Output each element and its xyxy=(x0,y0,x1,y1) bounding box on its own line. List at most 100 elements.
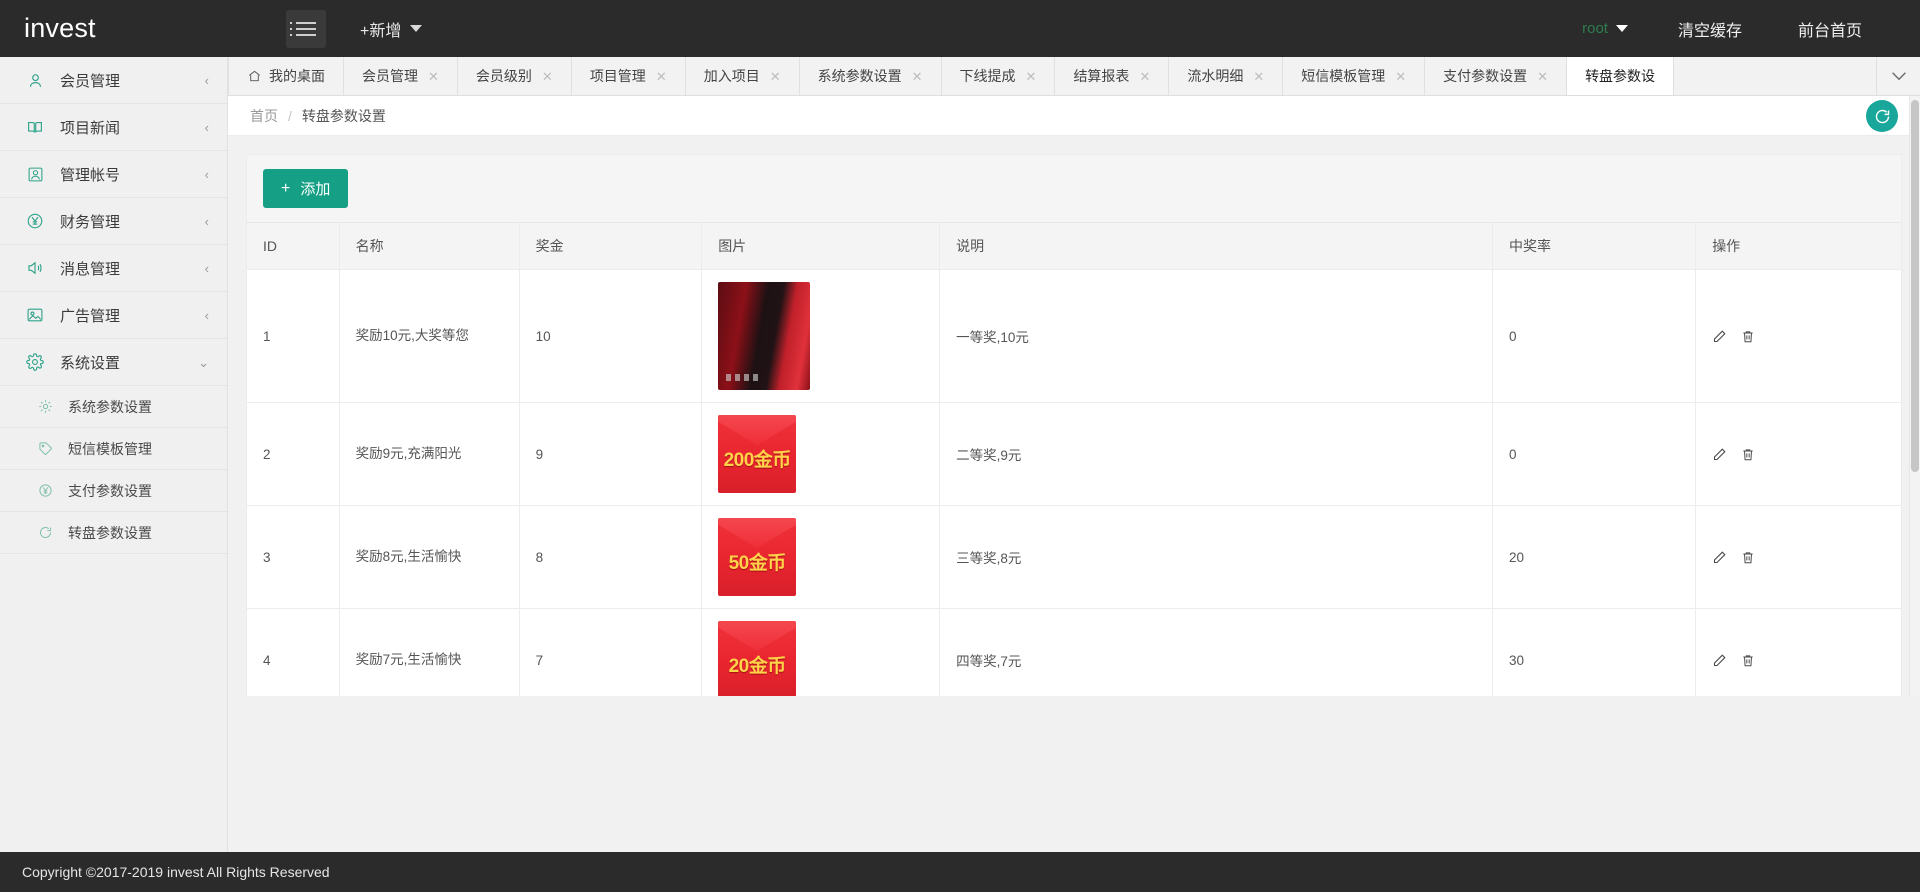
cell-rate: 0 xyxy=(1493,403,1696,506)
sidebar-subitem-label: 系统参数设置 xyxy=(68,397,152,417)
cell-image: 200金币 xyxy=(702,403,940,506)
hamburger-icon[interactable] xyxy=(286,10,326,48)
gear-icon xyxy=(34,399,56,414)
chevron-left-icon: ‹ xyxy=(205,309,209,322)
pencil-icon[interactable] xyxy=(1712,653,1727,668)
sidebar-item-admin-accounts[interactable]: 管理帐号 ‹ xyxy=(0,151,227,198)
tab-member-management[interactable]: 会员管理 ✕ xyxy=(344,57,458,95)
tab-member-level[interactable]: 会员级别 ✕ xyxy=(458,57,572,95)
table-toolbar: + 添加 xyxy=(246,154,1902,222)
vertical-scrollbar[interactable] xyxy=(1909,96,1920,696)
footer: Copyright ©2017-2019 invest All Rights R… xyxy=(0,852,1920,892)
home-icon xyxy=(247,69,262,83)
tab-my-desktop[interactable]: 我的桌面 xyxy=(228,57,344,95)
tab-settlement-report[interactable]: 结算报表 ✕ xyxy=(1055,57,1169,95)
sidebar-subitem-label: 支付参数设置 xyxy=(68,481,152,501)
tab-bar: 我的桌面 会员管理 ✕ 会员级别 ✕ 项目管理 ✕ 加入项目 ✕ 系统参数设置 … xyxy=(228,57,1920,96)
tab-system-params[interactable]: 系统参数设置 ✕ xyxy=(800,57,942,95)
plus-icon: + xyxy=(281,181,290,197)
sidebar-item-system-settings[interactable]: 系统设置 ⌄ xyxy=(0,339,227,386)
close-icon[interactable]: ✕ xyxy=(542,70,553,83)
column-header-name: 名称 xyxy=(339,223,519,270)
close-icon[interactable]: ✕ xyxy=(1139,70,1150,83)
app-root: invest +新增 root 清空缓存 前台首页 会员管理 ‹ xyxy=(0,0,1920,892)
add-new-button[interactable]: +新增 xyxy=(360,17,422,41)
wheel-params-panel: + 添加 ID 名称 奖金 图片 说明 中奖率 操作 xyxy=(228,136,1920,696)
tab-project-management[interactable]: 项目管理 ✕ xyxy=(572,57,686,95)
breadcrumb-separator: / xyxy=(288,108,292,124)
sidebar-subitem-sms-template[interactable]: 短信模板管理 xyxy=(0,428,227,470)
cell-rate: 20 xyxy=(1493,506,1696,609)
tab-payment-params[interactable]: 支付参数设置 ✕ xyxy=(1425,57,1567,95)
sidebar-item-label: 系统设置 xyxy=(60,352,120,373)
cell-id: 1 xyxy=(247,270,340,403)
close-icon[interactable]: ✕ xyxy=(656,70,667,83)
column-header-id: ID xyxy=(247,223,340,270)
header-right-group: root 清空缓存 前台首页 xyxy=(1560,0,1920,57)
refresh-circle-icon xyxy=(34,525,56,540)
cell-image: 50金币 xyxy=(702,506,940,609)
prize-image-envelope[interactable]: 50金币 xyxy=(718,518,796,596)
pencil-icon[interactable] xyxy=(1712,329,1727,344)
tab-label: 流水明细 xyxy=(1187,66,1243,86)
prize-image-phone[interactable] xyxy=(718,282,810,390)
table-row: 4 奖励7元,生活愉快 7 20金币 四等奖,7元 30 xyxy=(247,609,1902,697)
cell-ops xyxy=(1696,506,1902,609)
prize-image-envelope[interactable]: 20金币 xyxy=(718,621,796,696)
content-area: 首页 / 转盘参数设置 + 添加 ID 名称 奖金 xyxy=(228,96,1920,696)
refresh-icon[interactable] xyxy=(1866,100,1898,132)
close-icon[interactable]: ✕ xyxy=(912,70,923,83)
cell-name: 奖励9元,充满阳光 xyxy=(339,403,519,506)
sidebar-item-messages[interactable]: 消息管理 ‹ xyxy=(0,245,227,292)
chevron-down-icon xyxy=(410,25,422,32)
trash-icon[interactable] xyxy=(1741,329,1755,344)
tab-sms-template[interactable]: 短信模板管理 ✕ xyxy=(1283,57,1425,95)
table-header-row: ID 名称 奖金 图片 说明 中奖率 操作 xyxy=(247,223,1902,270)
tab-label: 会员管理 xyxy=(362,66,418,86)
tab-transaction-details[interactable]: 流水明细 ✕ xyxy=(1169,57,1283,95)
tag-icon xyxy=(34,441,56,456)
sidebar-item-ads[interactable]: 广告管理 ‹ xyxy=(0,292,227,339)
sidebar-item-label: 财务管理 xyxy=(60,211,120,232)
copyright-text: Copyright ©2017-2019 invest All Rights R… xyxy=(22,864,330,880)
tab-label: 支付参数设置 xyxy=(1443,66,1527,86)
sidebar-subitem-wheel-params[interactable]: 转盘参数设置 xyxy=(0,512,227,554)
column-header-desc: 说明 xyxy=(940,223,1493,270)
sidebar-subitem-system-params[interactable]: 系统参数设置 xyxy=(0,386,227,428)
prize-image-envelope[interactable]: 200金币 xyxy=(718,415,796,493)
chevron-down-icon: ⌄ xyxy=(198,356,209,369)
add-button[interactable]: + 添加 xyxy=(263,169,348,208)
breadcrumb-home[interactable]: 首页 xyxy=(250,106,278,126)
front-home-link[interactable]: 前台首页 xyxy=(1770,17,1890,41)
prize-image-label: 50金币 xyxy=(729,548,786,575)
sidebar-item-label: 广告管理 xyxy=(60,305,120,326)
trash-icon[interactable] xyxy=(1741,447,1755,462)
sidebar-item-news[interactable]: 项目新闻 ‹ xyxy=(0,104,227,151)
close-icon[interactable]: ✕ xyxy=(1537,70,1548,83)
tab-wheel-params[interactable]: 转盘参数设 xyxy=(1567,57,1674,95)
pencil-icon[interactable] xyxy=(1712,550,1727,565)
scrollbar-thumb[interactable] xyxy=(1911,100,1919,472)
close-icon[interactable]: ✕ xyxy=(1026,70,1037,83)
close-icon[interactable]: ✕ xyxy=(428,70,439,83)
close-icon[interactable]: ✕ xyxy=(770,70,781,83)
cell-desc: 二等奖,9元 xyxy=(940,403,1493,506)
sidebar-item-finance[interactable]: 财务管理 ‹ xyxy=(0,198,227,245)
user-menu[interactable]: root xyxy=(1560,20,1650,37)
cell-prize: 9 xyxy=(519,403,702,506)
clear-cache-button[interactable]: 清空缓存 xyxy=(1650,17,1770,41)
sidebar-subitem-payment-params[interactable]: 支付参数设置 xyxy=(0,470,227,512)
trash-icon[interactable] xyxy=(1741,550,1755,565)
trash-icon[interactable] xyxy=(1741,653,1755,668)
sidebar-item-label: 消息管理 xyxy=(60,258,120,279)
close-icon[interactable]: ✕ xyxy=(1395,70,1406,83)
breadcrumb: 首页 / 转盘参数设置 xyxy=(228,96,1920,136)
pencil-icon[interactable] xyxy=(1712,447,1727,462)
tab-label: 我的桌面 xyxy=(269,66,325,86)
chevron-down-icon[interactable] xyxy=(1876,57,1920,95)
close-icon[interactable]: ✕ xyxy=(1253,70,1264,83)
top-header: invest +新增 root 清空缓存 前台首页 xyxy=(0,0,1920,57)
tab-downline-commission[interactable]: 下线提成 ✕ xyxy=(942,57,1056,95)
sidebar-item-members[interactable]: 会员管理 ‹ xyxy=(0,57,227,104)
tab-join-project[interactable]: 加入项目 ✕ xyxy=(686,57,800,95)
